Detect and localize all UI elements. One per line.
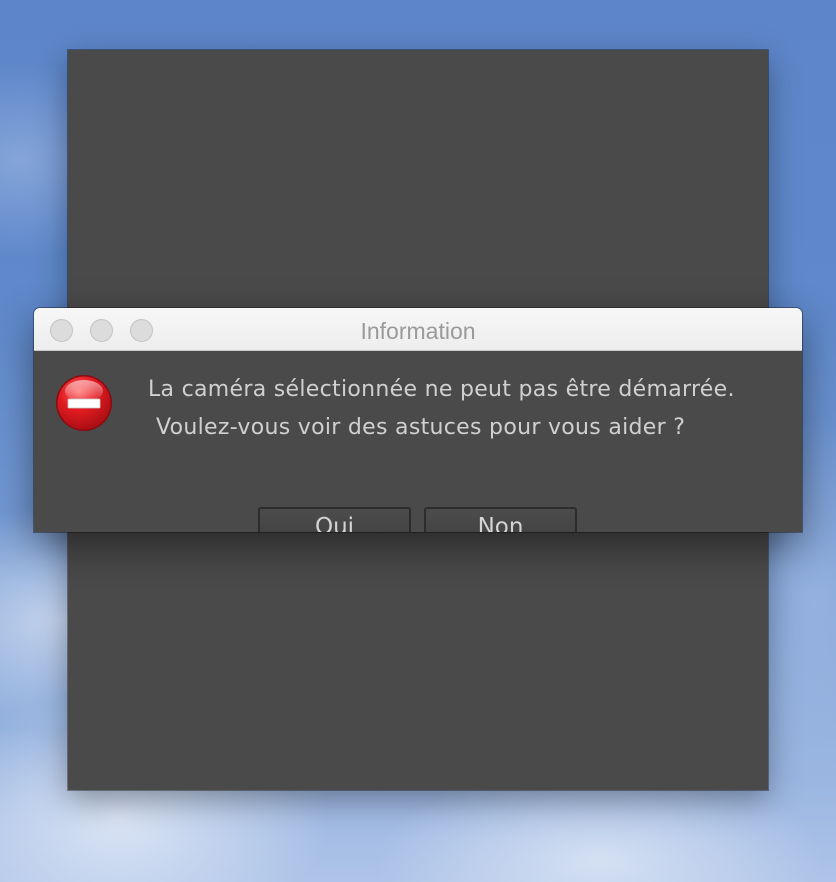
- yes-button[interactable]: Oui: [258, 507, 411, 532]
- no-button-label: on: [494, 514, 524, 532]
- dialog-message: La caméra sélectionnée ne peut pas être …: [146, 371, 786, 447]
- no-button[interactable]: Non: [424, 507, 577, 532]
- yes-button-mnemonic: O: [314, 514, 334, 532]
- yes-button-label: ui: [333, 514, 355, 532]
- no-button-mnemonic: N: [477, 514, 495, 532]
- dialog-title: Information: [360, 318, 476, 344]
- message-line-1: La caméra sélectionnée ne peut pas être …: [148, 377, 735, 402]
- stop-icon: [54, 373, 114, 433]
- information-dialog: Information La caméra sélectionnée ne pe…: [34, 308, 802, 532]
- dialog-titlebar[interactable]: Information: [34, 308, 802, 351]
- dialog-body: La caméra sélectionnée ne peut pas être …: [34, 351, 802, 532]
- message-line-2: Voulez-vous voir des astuces pour vous a…: [156, 415, 686, 440]
